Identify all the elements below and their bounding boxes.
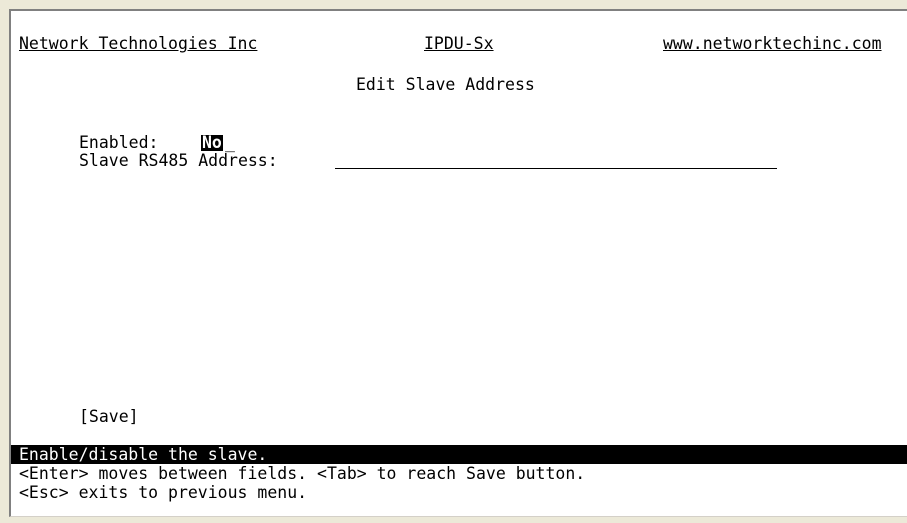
page-title: Edit Slave Address — [356, 75, 535, 94]
enabled-label: Enabled: — [79, 133, 159, 152]
rs485-address-field[interactable] — [335, 168, 777, 169]
save-button[interactable]: [Save] — [79, 407, 139, 426]
header-product: IPDU-Sx — [424, 34, 494, 53]
rs485-address-label: Slave RS485 Address: — [79, 151, 278, 170]
header-url: www.networktechinc.com — [663, 34, 882, 53]
terminal-screen: Network Technologies Inc IPDU-Sx www.net… — [9, 9, 907, 517]
help-hint-escape: <Esc> exits to previous menu. — [19, 483, 308, 502]
help-hint-navigation: <Enter> moves between fields. <Tab> to r… — [19, 464, 586, 483]
enabled-field[interactable]: No — [201, 134, 223, 151]
header-company: Network Technologies Inc — [19, 34, 258, 53]
text-cursor: _ — [225, 133, 235, 152]
status-text: Enable/disable the slave. — [19, 445, 268, 464]
